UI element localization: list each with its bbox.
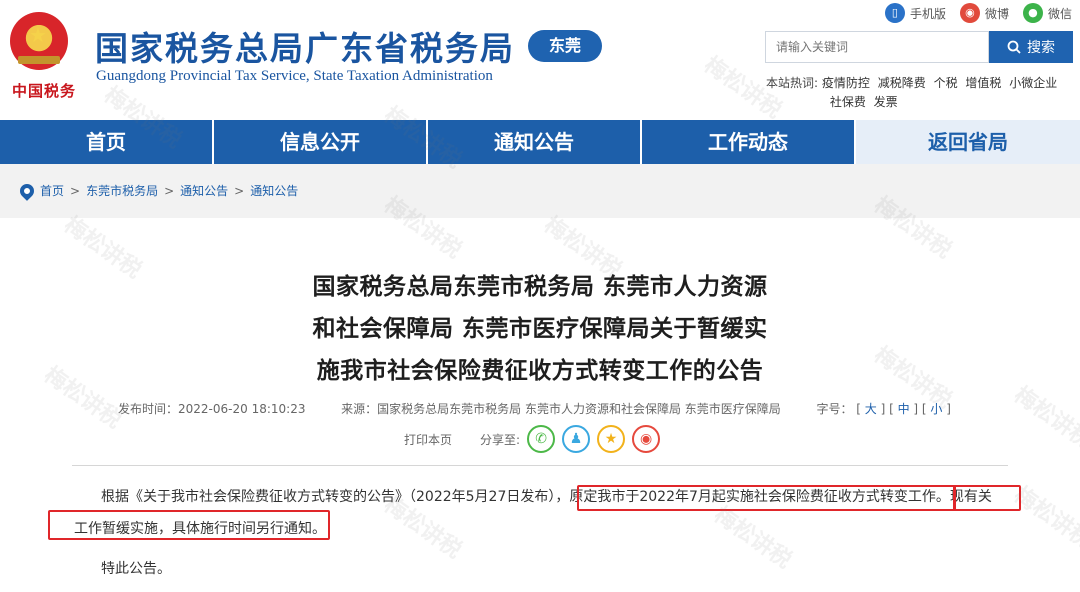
article-meta: 发布时间：2022-06-20 18:10:23 来源：国家税务总局东莞市税务局… bbox=[118, 402, 951, 416]
wechat-link[interactable]: ● 微信 bbox=[1022, 2, 1072, 24]
font-size-medium[interactable]: 中 bbox=[898, 402, 910, 416]
site-title[interactable]: 国家税务总局广东省税务局 bbox=[95, 22, 515, 70]
top-link-label: 微信 bbox=[1047, 6, 1072, 21]
hot-words: 本站热词: 疫情防控 减税降费 个税 增值税 小微企业 社保费 发票 bbox=[766, 74, 1076, 112]
breadcrumb-item[interactable]: 首页 bbox=[40, 182, 64, 199]
share-label: 分享至: bbox=[480, 432, 521, 447]
search-input[interactable] bbox=[765, 31, 989, 63]
top-links: ▯ 手机版 ◉ 微博 ● 微信 bbox=[884, 2, 1072, 24]
weibo-icon: ◉ bbox=[959, 3, 980, 23]
publish-time: 2022-06-20 18:10:23 bbox=[178, 402, 306, 416]
breadcrumb-item[interactable]: 东莞市税务局 bbox=[86, 182, 158, 199]
hot-word-link[interactable]: 个税 bbox=[934, 76, 958, 90]
article-title-line: 施我市社会保险费征收方式转变工作的公告 bbox=[316, 358, 764, 384]
paragraph-text: 根据《关于我市社会保险费征收方式转变的公告》（2022年5月27日发布）， bbox=[101, 489, 570, 505]
hot-word-link[interactable]: 增值税 bbox=[965, 76, 1001, 90]
hot-words-label: 本站热词: bbox=[766, 76, 819, 90]
breadcrumb-separator: > bbox=[164, 183, 175, 198]
hot-word-link[interactable]: 小微企业 bbox=[1009, 76, 1057, 90]
breadcrumb-item[interactable]: 通知公告 bbox=[250, 182, 298, 199]
weibo-link[interactable]: ◉ 微博 bbox=[959, 2, 1009, 24]
nav-back-to-province[interactable]: 返回省局 bbox=[856, 120, 1080, 164]
source: 国家税务总局东莞市税务局 东莞市人力资源和社会保障局 东莞市医疗保障局 bbox=[377, 402, 781, 416]
hot-word-link[interactable]: 减税降费 bbox=[878, 76, 926, 90]
national-emblem-icon: ★ bbox=[10, 12, 68, 70]
breadcrumb: 首页 > 东莞市税务局 > 通知公告 > 通知公告 bbox=[17, 180, 298, 201]
qq-icon[interactable]: ♟ bbox=[562, 425, 591, 453]
search-button-label: 搜索 bbox=[1027, 40, 1055, 56]
breadcrumb-item[interactable]: 通知公告 bbox=[180, 182, 228, 199]
site-subtitle: Guangdong Provincial Tax Service, State … bbox=[96, 68, 493, 84]
article-title: 国家税务总局东莞市税务局 东莞市人力资源 和社会保障局 东莞市医疗保障局关于暂缓… bbox=[290, 266, 790, 392]
paragraph-3: 特此公告。 bbox=[101, 561, 171, 577]
source-label: 来源： bbox=[341, 402, 378, 416]
mobile-version-link[interactable]: ▯ 手机版 bbox=[884, 2, 946, 24]
highlight-box bbox=[953, 485, 1021, 511]
share-row: 打印本页 分享至: ✆ ♟ ★ ◉ bbox=[404, 425, 661, 453]
location-pin-icon bbox=[17, 180, 37, 201]
wechat-icon[interactable]: ✆ bbox=[527, 425, 556, 453]
wechat-icon: ● bbox=[1022, 3, 1043, 23]
nav-home[interactable]: 首页 bbox=[0, 120, 214, 164]
top-link-label: 手机版 bbox=[909, 6, 946, 21]
weibo-icon[interactable]: ◉ bbox=[632, 425, 661, 453]
highlight-box bbox=[577, 485, 956, 511]
article-title-line: 国家税务总局东莞市税务局 东莞市人力资源 bbox=[312, 274, 768, 300]
publish-time-label: 发布时间： bbox=[118, 402, 179, 416]
mobile-icon: ▯ bbox=[884, 3, 905, 23]
city-badge: 东莞 bbox=[528, 30, 602, 62]
highlight-box bbox=[48, 510, 330, 540]
breadcrumb-separator: > bbox=[234, 183, 245, 198]
print-page-link[interactable]: 打印本页 bbox=[404, 431, 452, 448]
tax-logo-caption: 中国税务 bbox=[12, 82, 77, 100]
content-divider bbox=[72, 465, 1008, 466]
font-size-large[interactable]: 大 bbox=[865, 402, 877, 416]
qzone-star-icon[interactable]: ★ bbox=[597, 425, 626, 453]
font-size-small[interactable]: 小 bbox=[930, 402, 942, 416]
breadcrumb-separator: > bbox=[70, 183, 81, 198]
top-link-label: 微博 bbox=[984, 6, 1009, 21]
search-icon bbox=[1007, 40, 1021, 54]
hot-word-link[interactable]: 发票 bbox=[874, 95, 898, 109]
search-button[interactable]: 搜索 bbox=[989, 31, 1073, 63]
site-header: ★ 中国税务 国家税务总局广东省税务局 Guangdong Provincial… bbox=[0, 0, 1080, 120]
hot-word-link[interactable]: 疫情防控 bbox=[822, 76, 870, 90]
font-size-label: 字号： bbox=[816, 402, 853, 416]
nav-work-news[interactable]: 工作动态 bbox=[642, 120, 856, 164]
main-nav: 首页 信息公开 通知公告 工作动态 返回省局 bbox=[0, 120, 1080, 164]
nav-notices[interactable]: 通知公告 bbox=[428, 120, 642, 164]
article-title-line: 和社会保障局 东莞市医疗保障局关于暂缓实 bbox=[312, 316, 768, 342]
nav-info-disclosure[interactable]: 信息公开 bbox=[214, 120, 428, 164]
hot-word-link[interactable]: 社保费 bbox=[830, 95, 866, 109]
article-panel: 国家税务总局东莞市税务局 东莞市人力资源 和社会保障局 东莞市医疗保障局关于暂缓… bbox=[0, 218, 1080, 592]
